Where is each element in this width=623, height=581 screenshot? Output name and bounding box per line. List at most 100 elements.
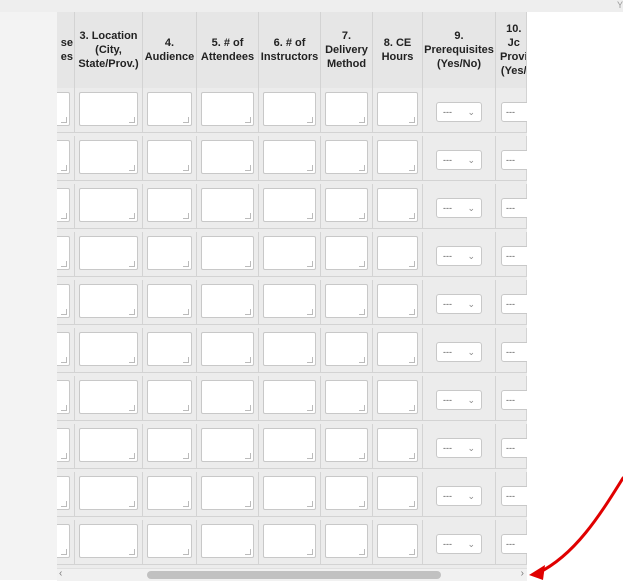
location-textarea[interactable] [79,188,138,222]
instructors-textarea[interactable] [263,284,316,318]
attendees-textarea[interactable] [201,188,254,222]
provider-select[interactable]: --- [501,534,527,554]
attendees-textarea[interactable] [201,428,254,462]
delivery-method-textarea[interactable] [325,428,368,462]
ce-hours-textarea[interactable] [377,92,418,126]
select-value: --- [506,347,515,357]
delivery-method-textarea[interactable] [325,140,368,174]
ce-hours-textarea[interactable] [377,188,418,222]
instructors-textarea[interactable] [263,332,316,366]
ce-hours-textarea[interactable] [377,524,418,558]
audience-textarea[interactable] [147,188,192,222]
delivery-method-textarea[interactable] [325,284,368,318]
location-textarea[interactable] [79,284,138,318]
delivery-method-textarea[interactable] [325,92,368,126]
ce-hours-textarea[interactable] [377,380,418,414]
ce-hours-textarea[interactable] [377,332,418,366]
prerequisites-select[interactable]: --- ⌄ [436,438,482,458]
course-textarea[interactable] [57,428,70,462]
prerequisites-select[interactable]: --- ⌄ [436,486,482,506]
instructors-textarea[interactable] [263,428,316,462]
prerequisites-select[interactable]: --- ⌄ [436,246,482,266]
cell-audience [143,184,197,229]
location-textarea[interactable] [79,428,138,462]
delivery-method-textarea[interactable] [325,188,368,222]
location-textarea[interactable] [79,524,138,558]
course-textarea[interactable] [57,236,70,270]
audience-textarea[interactable] [147,332,192,366]
scrollbar-thumb[interactable] [147,571,441,579]
course-textarea[interactable] [57,188,70,222]
audience-textarea[interactable] [147,524,192,558]
location-textarea[interactable] [79,476,138,510]
instructors-textarea[interactable] [263,476,316,510]
course-textarea[interactable] [57,140,70,174]
course-textarea[interactable] [57,380,70,414]
provider-select[interactable]: --- [501,102,527,122]
audience-textarea[interactable] [147,476,192,510]
delivery-method-textarea[interactable] [325,236,368,270]
ce-hours-textarea[interactable] [377,236,418,270]
delivery-method-textarea[interactable] [325,380,368,414]
attendees-textarea[interactable] [201,524,254,558]
provider-select[interactable]: --- [501,150,527,170]
instructors-textarea[interactable] [263,92,316,126]
audience-textarea[interactable] [147,140,192,174]
audience-textarea[interactable] [147,428,192,462]
delivery-method-textarea[interactable] [325,524,368,558]
ce-hours-textarea[interactable] [377,428,418,462]
course-textarea[interactable] [57,476,70,510]
course-textarea[interactable] [57,524,70,558]
attendees-textarea[interactable] [201,92,254,126]
course-textarea[interactable] [57,92,70,126]
audience-textarea[interactable] [147,236,192,270]
prerequisites-select[interactable]: --- ⌄ [436,102,482,122]
cell-provider: --- [496,88,527,133]
instructors-textarea[interactable] [263,380,316,414]
attendees-textarea[interactable] [201,284,254,318]
location-textarea[interactable] [79,380,138,414]
instructors-textarea[interactable] [263,140,316,174]
prerequisites-select[interactable]: --- ⌄ [436,390,482,410]
location-textarea[interactable] [79,92,138,126]
provider-select[interactable]: --- [501,438,527,458]
course-textarea[interactable] [57,332,70,366]
ce-hours-textarea[interactable] [377,284,418,318]
prerequisites-select[interactable]: --- ⌄ [436,342,482,362]
instructors-textarea[interactable] [263,236,316,270]
attendees-textarea[interactable] [201,332,254,366]
prerequisites-select[interactable]: --- ⌄ [436,198,482,218]
select-value: --- [506,155,515,165]
provider-select[interactable]: --- [501,246,527,266]
delivery-method-textarea[interactable] [325,476,368,510]
attendees-textarea[interactable] [201,140,254,174]
delivery-method-textarea[interactable] [325,332,368,366]
provider-select[interactable]: --- [501,294,527,314]
audience-textarea[interactable] [147,92,192,126]
scroll-left-icon[interactable]: ‹ [59,568,62,579]
audience-textarea[interactable] [147,284,192,318]
attendees-textarea[interactable] [201,380,254,414]
instructors-textarea[interactable] [263,188,316,222]
ce-hours-textarea[interactable] [377,140,418,174]
prerequisites-select[interactable]: --- ⌄ [436,150,482,170]
chevron-down-icon: ⌄ [467,395,475,405]
scroll-right-icon[interactable]: › [521,568,524,579]
cell-prerequisites: --- ⌄ [423,232,496,277]
audience-textarea[interactable] [147,380,192,414]
instructors-textarea[interactable] [263,524,316,558]
prerequisites-select[interactable]: --- ⌄ [436,294,482,314]
provider-select[interactable]: --- [501,342,527,362]
location-textarea[interactable] [79,140,138,174]
attendees-textarea[interactable] [201,236,254,270]
provider-select[interactable]: --- [501,486,527,506]
location-textarea[interactable] [79,332,138,366]
attendees-textarea[interactable] [201,476,254,510]
course-textarea[interactable] [57,284,70,318]
prerequisites-select[interactable]: --- ⌄ [436,534,482,554]
ce-hours-textarea[interactable] [377,476,418,510]
horizontal-scrollbar[interactable]: ‹ › [57,568,527,581]
location-textarea[interactable] [79,236,138,270]
provider-select[interactable]: --- [501,390,527,410]
provider-select[interactable]: --- [501,198,527,218]
